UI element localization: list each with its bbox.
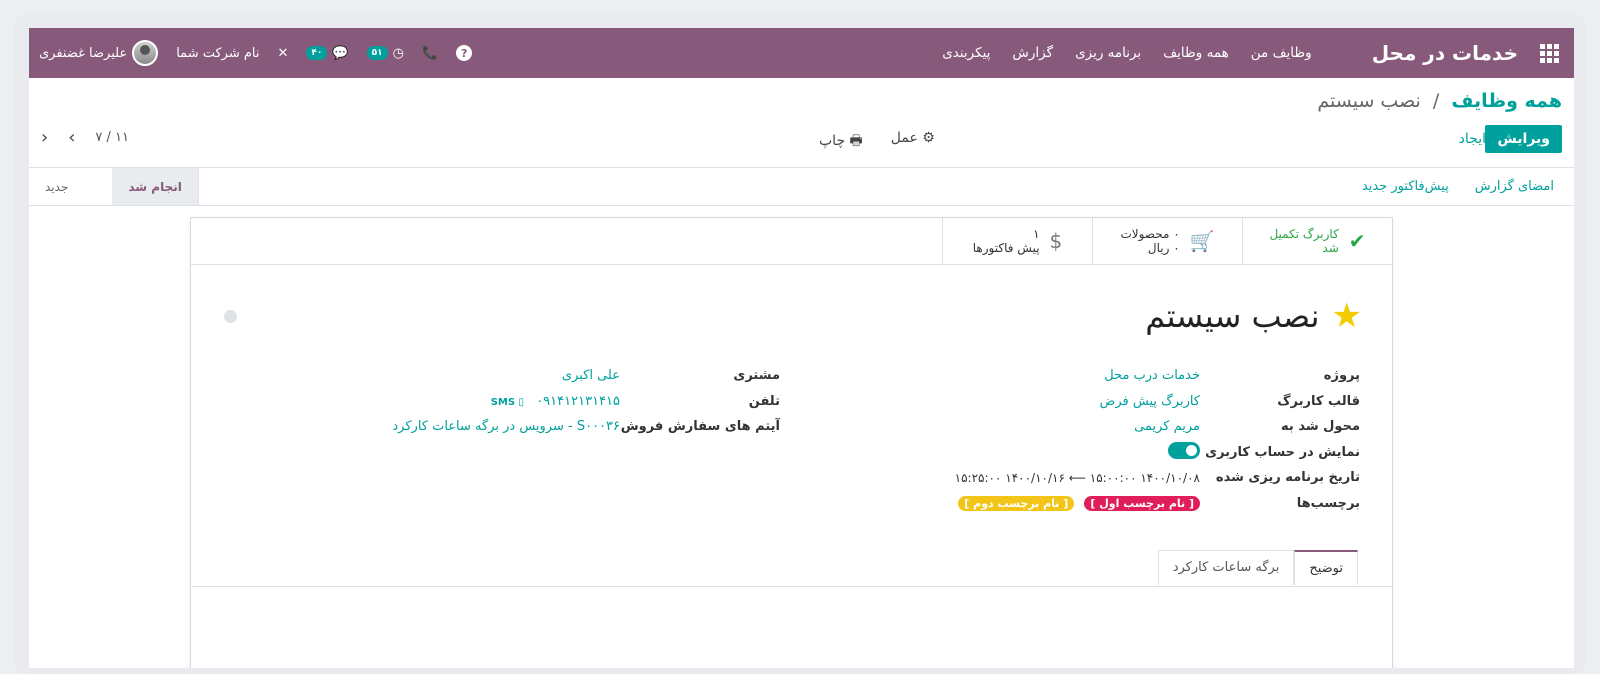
tag-first[interactable]: [ نام برچسب اول ]	[1084, 495, 1200, 511]
project-link[interactable]: خدمات درب محل	[800, 368, 1200, 383]
field-planned-date: تاریخ برنامه ریزی شده ۱۴۰۰/۱۰/۰۸ ۱۵:۰۰:۰…	[800, 465, 1360, 491]
menu-reporting[interactable]: گزارش	[1012, 45, 1053, 61]
messages-badge: ۴۰	[306, 46, 328, 60]
systray: ? 📞 ◷ ۵۱ 💬 ۴۰ ✕ نام شرکت شما علیرضا غضنف…	[39, 40, 473, 66]
top-navbar: خدمات در محل وظایف من همه وظایف برنامه ر…	[29, 28, 1574, 78]
sale-line-link[interactable]: S۰۰۰۳۶ - سرویس در برگه ساعات کارکرد	[220, 419, 620, 434]
activity-badge: ۵۱	[366, 46, 388, 60]
apps-grid-icon[interactable]	[1538, 42, 1560, 64]
tab-description[interactable]: توضیح	[1294, 550, 1358, 585]
fields-right-column: پروژه خدمات درب محل قالب کاربرگ کاربرگ پ…	[800, 363, 1360, 516]
main-menu: وظایف من همه وظایف برنامه ریزی گزارش پیک…	[942, 45, 1312, 61]
quotations-smart-button[interactable]: $ ۱ پیش فاکتورها	[942, 218, 1092, 264]
field-worksheet-template: قالب کاربرگ کاربرگ پیش فرض	[800, 389, 1360, 415]
app-brand[interactable]: خدمات در محل	[1372, 41, 1518, 65]
breadcrumb-all-tasks[interactable]: همه وظایف	[1451, 90, 1562, 112]
stage-new[interactable]: جدید	[29, 168, 113, 205]
breadcrumb-separator: /	[1432, 90, 1440, 112]
cart-icon: 🛒	[1189, 229, 1215, 253]
tab-timesheets[interactable]: برگه ساعات کارکرد	[1157, 550, 1295, 585]
help-icon[interactable]: ?	[456, 45, 473, 61]
menu-configuration[interactable]: پیکربندی	[942, 45, 990, 61]
app-window: خدمات در محل وظایف من همه وظایف برنامه ر…	[29, 28, 1574, 668]
gear-icon: ⚙	[917, 130, 935, 146]
menu-my-tasks[interactable]: وظایف من	[1251, 45, 1312, 61]
print-icon: 🖶	[845, 133, 863, 149]
avatar	[132, 40, 159, 66]
phone-value[interactable]: ۰۹۱۴۱۲۱۳۱۴۱۵	[536, 394, 620, 409]
star-icon[interactable]: ★	[1332, 296, 1362, 336]
control-panel: همه وظایف / نصب سیستم ویرایش ایجاد ⚙ عمل…	[29, 78, 1574, 168]
activity-menu[interactable]: ◷ ۵۱	[366, 45, 404, 61]
menu-all-tasks[interactable]: همه وظایف	[1163, 45, 1229, 61]
field-sale-line: آیتم های سفارش فروش S۰۰۰۳۶ - سرویس در بر…	[220, 414, 780, 440]
field-customer: مشتری علی اکبری	[220, 363, 780, 389]
field-project: پروژه خدمات درب محل	[800, 363, 1360, 389]
stage-selector: جدید انجام شد	[29, 168, 199, 205]
company-switcher[interactable]: نام شرکت شما	[176, 46, 259, 61]
phone-icon[interactable]: 📞	[422, 46, 438, 61]
check-icon: ✔	[1348, 229, 1366, 253]
messaging-menu[interactable]: 💬 ۴۰	[306, 45, 349, 61]
user-name: علیرضا غضنفری	[39, 45, 128, 61]
field-phone: تلفن ۰۹۱۴۱۲۱۳۱۴۱۵ ▯ SMS	[490, 393, 780, 409]
record-title[interactable]: نصب سیستم	[1145, 297, 1319, 335]
products-smart-button[interactable]: 🛒 ۰ محصولات ۰ ریال	[1092, 218, 1242, 264]
tab-divider	[191, 586, 1392, 587]
chat-icon: 💬	[332, 45, 349, 61]
breadcrumb-current: نصب سیستم	[1317, 90, 1421, 112]
debug-tools-icon[interactable]: ✕	[278, 46, 289, 61]
new-quotation-button[interactable]: پیش‌فاکتور جدید	[1362, 179, 1449, 194]
form-sheet: $ ۱ پیش فاکتورها 🛒 ۰ محصولات ۰ ریال ✔ کارب…	[190, 217, 1393, 668]
breadcrumb: همه وظایف / نصب سیستم	[1317, 90, 1562, 112]
header-buttons: امضای گزارش پیش‌فاکتور جدید	[1362, 179, 1554, 194]
tag-second[interactable]: [ نام برچسب دوم ]	[958, 495, 1075, 511]
worksheet-template-link[interactable]: کاربرگ پیش فرض	[800, 394, 1200, 409]
worksheet-smart-button[interactable]: ✔ کاربرگ تکمیل شد	[1242, 218, 1392, 264]
pager-next-icon[interactable]: ›	[68, 128, 75, 146]
edit-button[interactable]: ویرایش	[1485, 125, 1562, 153]
create-button[interactable]: ایجاد	[1459, 131, 1486, 147]
pager-value[interactable]: ۱۱ / ۷	[95, 130, 129, 145]
menu-planning[interactable]: برنامه ریزی	[1075, 45, 1141, 61]
planned-date-range[interactable]: ۱۴۰۰/۱۰/۰۸ ۱۵:۰۰:۰۰ ⟵ ۱۴۰۰/۱۰/۱۶ ۱۵:۲۵:۰…	[800, 471, 1200, 485]
field-assigned-to: محول شد به مریم کریمی	[800, 414, 1360, 440]
pager-prev-icon[interactable]: ‹	[41, 128, 48, 146]
user-menu[interactable]: علیرضا غضنفری	[39, 40, 159, 66]
assignee-link[interactable]: مریم کریمی	[800, 419, 1200, 434]
form-statusbar: امضای گزارش پیش‌فاکتور جدید جدید انجام ش…	[29, 168, 1574, 206]
pager: ۱۱ / ۷ › ‹	[41, 128, 129, 146]
action-menu[interactable]: ⚙ عمل	[891, 130, 935, 154]
fields-left-column: مشتری علی اکبری تلفن ۰۹۱۴۱۲۱۳۱۴۱۵ ▯ SMS …	[220, 363, 780, 440]
sms-button[interactable]: ▯ SMS	[491, 397, 524, 408]
smart-buttons: $ ۱ پیش فاکتورها 🛒 ۰ محصولات ۰ ریال ✔ کارب…	[191, 218, 1392, 265]
status-dot[interactable]	[224, 310, 237, 323]
clock-icon: ◷	[392, 45, 404, 61]
customer-link[interactable]: علی اکبری	[220, 368, 620, 383]
field-show-portal: نمایش در حساب کاربری	[800, 440, 1360, 466]
dollar-icon: $	[1049, 229, 1063, 253]
sign-report-button[interactable]: امضای گزارش	[1475, 179, 1554, 194]
mobile-icon: ▯	[515, 396, 525, 408]
print-menu[interactable]: 🖶 چاپ	[819, 130, 863, 154]
action-menus: ⚙ عمل 🖶 چاپ	[819, 130, 935, 154]
portal-toggle[interactable]	[1168, 441, 1200, 459]
field-tags: برچسب‌ها [ نام برچسب اول ] [ نام برچسب د…	[800, 491, 1360, 517]
notebook-tabs: توضیح برگه ساعات کارکرد	[1157, 550, 1358, 585]
record-title-row: ★ نصب سیستم	[1145, 296, 1362, 336]
stage-done[interactable]: انجام شد	[112, 168, 198, 205]
